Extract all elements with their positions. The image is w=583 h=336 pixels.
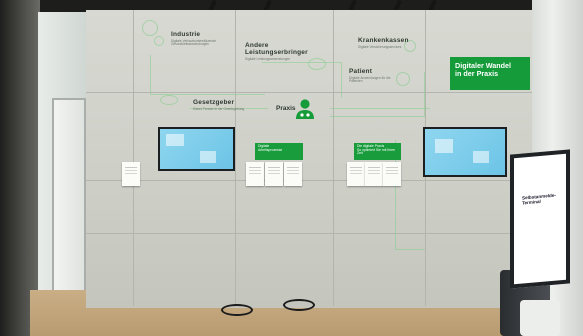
doctor-icon xyxy=(296,99,314,119)
network-line xyxy=(330,108,430,109)
scales-icon xyxy=(160,95,178,105)
glass-door xyxy=(52,98,86,298)
screen-tile xyxy=(435,139,453,153)
panel-seam xyxy=(86,180,534,182)
brochure-holder[interactable] xyxy=(347,162,365,186)
screen-tile xyxy=(200,151,216,163)
info-card-right: Die digitale Praxis So optimiert Sie mit… xyxy=(354,143,401,160)
panel-seam xyxy=(333,10,335,306)
brochure-holder[interactable] xyxy=(284,162,302,186)
left-door-frame xyxy=(0,0,40,336)
label-industrie: Industrie Digitale Verkaufsunterstützend… xyxy=(171,31,217,47)
display-screen-left[interactable] xyxy=(158,127,235,171)
headline-line-2: in der Praxis xyxy=(455,69,499,79)
photo-scene: Industrie Digitale Verkaufsunterstützend… xyxy=(0,0,583,336)
floor-marker xyxy=(283,299,315,311)
label-leistungserbringer: Andere Leistungserbringer Digitale Leist… xyxy=(245,42,308,61)
label-patient: Patient Digitale Anwendungen für die Pat… xyxy=(349,68,391,84)
card-subtitle: Arbeitsprozesse xyxy=(258,147,283,152)
info-card-left: Digitale Arbeitsprozesse xyxy=(255,143,303,160)
gear-icon xyxy=(142,20,158,36)
headline-banner: Digitaler Wandel in der Praxis xyxy=(450,57,530,90)
label-gesetzgeber: Gesetzgeber Klares Fenster in der Gesetz… xyxy=(193,99,245,111)
terminal-kiosk-base xyxy=(520,300,560,336)
gear-icon xyxy=(154,36,164,46)
screen-tile xyxy=(473,151,489,163)
terminal-title: Selbstanmelde-Terminal xyxy=(522,192,556,206)
network-line xyxy=(150,55,265,95)
self-checkin-terminal[interactable]: Selbstanmelde-Terminal xyxy=(510,149,570,289)
panel-seam xyxy=(133,10,135,306)
brochure-holder[interactable] xyxy=(265,162,283,186)
brochure-holder[interactable] xyxy=(122,162,140,186)
brochure-holder[interactable] xyxy=(246,162,264,186)
panel-seam xyxy=(86,233,534,235)
brochure-holder[interactable] xyxy=(365,162,383,186)
display-screen-right[interactable] xyxy=(423,127,507,177)
label-krankenkassen: Krankenkassen Digitale Versicherungsserv… xyxy=(358,37,409,49)
screen-tile xyxy=(166,134,184,146)
floor-marker xyxy=(221,304,253,316)
brochure-holder[interactable] xyxy=(383,162,401,186)
card-subtitle: So optimiert Sie mit Ihren Zeit xyxy=(357,147,396,156)
